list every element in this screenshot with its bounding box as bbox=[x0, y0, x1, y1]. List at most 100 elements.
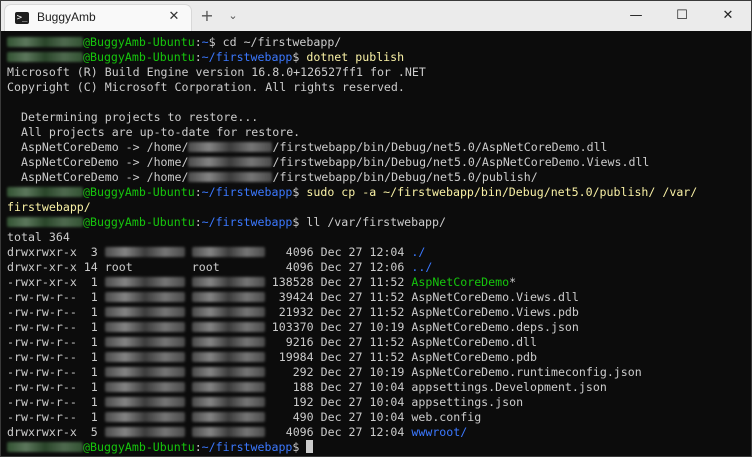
file-name: AspNetCoreDemo.pdb bbox=[411, 350, 538, 364]
redacted-group bbox=[191, 382, 265, 392]
link-count: 1 bbox=[76, 305, 98, 319]
redacted-owner bbox=[104, 337, 185, 347]
modified-date: Dec 27 11:52 bbox=[320, 335, 405, 349]
maximize-button[interactable]: ☐ bbox=[659, 1, 705, 31]
permissions: -rw-rw-r-- bbox=[7, 365, 77, 379]
permissions: -rw-rw-r-- bbox=[7, 335, 77, 349]
redacted-owner bbox=[104, 277, 185, 287]
modified-date: Dec 27 10:19 bbox=[320, 320, 405, 334]
redacted-group bbox=[191, 352, 265, 362]
redacted-owner bbox=[104, 292, 185, 302]
prompt-line: @BuggyAmb-Ubuntu:~/firstwebapp$ dotnet p… bbox=[7, 50, 404, 65]
permissions: -rw-rw-r-- bbox=[7, 395, 77, 409]
link-count: 1 bbox=[76, 365, 98, 379]
terminal-output[interactable]: @BuggyAmb-Ubuntu:~$ cd ~/firstwebapp/ @B… bbox=[1, 31, 751, 456]
permissions: drwxrwxr-x bbox=[7, 425, 77, 439]
redacted-username bbox=[7, 217, 83, 227]
output-line: Microsoft (R) Build Engine version 16.8.… bbox=[7, 65, 426, 79]
command-wrap-line: firstwebapp/ bbox=[7, 200, 91, 214]
file-name: AspNetCoreDemo.deps.json bbox=[411, 320, 579, 334]
file-name: AspNetCoreDemo.Views.dll bbox=[411, 290, 579, 304]
redacted-owner bbox=[104, 382, 185, 392]
modified-date: Dec 27 10:19 bbox=[320, 365, 405, 379]
terminal-cursor bbox=[306, 440, 314, 453]
redacted-group bbox=[191, 277, 265, 287]
redacted-group bbox=[191, 427, 265, 437]
redacted-owner bbox=[104, 397, 185, 407]
link-count: 1 bbox=[76, 410, 98, 424]
close-tab-icon[interactable]: ✕ bbox=[165, 8, 183, 26]
redacted-group bbox=[191, 247, 265, 257]
output-line: AspNetCoreDemo -> /home//firstwebapp/bin… bbox=[7, 140, 608, 154]
modified-date: Dec 27 11:52 bbox=[320, 305, 405, 319]
new-tab-button[interactable]: + bbox=[197, 6, 217, 26]
file-name: AspNetCoreDemo.runtimeconfig.json bbox=[411, 365, 642, 379]
permissions: -rw-rw-r-- bbox=[7, 305, 77, 319]
redacted-owner bbox=[104, 307, 185, 317]
permissions: -rw-rw-r-- bbox=[7, 320, 77, 334]
link-count: 1 bbox=[76, 380, 98, 394]
redacted-username bbox=[7, 442, 83, 452]
link-count: 14 bbox=[76, 260, 98, 274]
file-size: 21932 bbox=[271, 305, 314, 319]
file-name: wwwroot bbox=[411, 425, 461, 439]
permissions: -rw-rw-r-- bbox=[7, 350, 77, 364]
file-name: AspNetCoreDemo.Views.pdb bbox=[411, 305, 579, 319]
minimize-button[interactable]: — bbox=[613, 1, 659, 31]
file-size: 490 bbox=[271, 410, 314, 424]
file-size: 4096 bbox=[271, 260, 314, 274]
list-item: -rw-rw-r-- 1 192 Dec 27 10:04 appsetting… bbox=[7, 395, 523, 410]
prompt-line: @BuggyAmb-Ubuntu:~$ cd ~/firstwebapp/ bbox=[7, 35, 341, 50]
redacted-owner bbox=[104, 427, 185, 437]
output-line: Copyright (C) Microsoft Corporation. All… bbox=[7, 80, 405, 94]
title-bar: >_ BuggyAmb ✕ + ⌄ — ☐ ✕ bbox=[1, 1, 751, 31]
terminal-icon: >_ bbox=[15, 12, 29, 24]
file-name: appsettings.Development.json bbox=[411, 380, 607, 394]
permissions: -rw-rw-r-- bbox=[7, 380, 77, 394]
list-item: drwxrwxr-x 5 4096 Dec 27 12:04 wwwroot/ bbox=[7, 425, 467, 440]
output-line: total 364 bbox=[7, 230, 70, 244]
redacted-group bbox=[191, 307, 265, 317]
file-size: 138528 bbox=[271, 275, 314, 289]
file-size: 39424 bbox=[271, 290, 314, 304]
redacted-username bbox=[188, 142, 273, 152]
permissions: -rw-rw-r-- bbox=[7, 290, 77, 304]
modified-date: Dec 27 12:06 bbox=[320, 260, 405, 274]
list-item: -rw-rw-r-- 1 39424 Dec 27 11:52 AspNetCo… bbox=[7, 290, 579, 305]
prompt-line: @BuggyAmb-Ubuntu:~/firstwebapp$ ll /var/… bbox=[7, 215, 446, 230]
list-item: -rw-rw-r-- 1 9216 Dec 27 11:52 AspNetCor… bbox=[7, 335, 537, 350]
list-item: -rw-rw-r-- 1 188 Dec 27 10:04 appsetting… bbox=[7, 380, 607, 395]
output-line: AspNetCoreDemo -> /home//firstwebapp/bin… bbox=[7, 170, 538, 184]
file-name: ./ bbox=[411, 245, 426, 259]
modified-date: Dec 27 10:04 bbox=[320, 395, 405, 409]
close-window-button[interactable]: ✕ bbox=[705, 1, 751, 31]
redacted-owner bbox=[104, 322, 185, 332]
file-name: appsettings.json bbox=[411, 395, 524, 409]
permissions: -rw-rw-r-- bbox=[7, 410, 77, 424]
tab-buggyamb[interactable]: >_ BuggyAmb ✕ bbox=[5, 5, 191, 31]
link-count: 3 bbox=[76, 245, 98, 259]
file-name: AspNetCoreDemo.dll bbox=[411, 335, 538, 349]
file-name: AspNetCoreDemo bbox=[411, 275, 510, 289]
file-type-indicator: / bbox=[460, 425, 468, 439]
redacted-group bbox=[191, 322, 265, 332]
prompt-line: @BuggyAmb-Ubuntu:~/firstwebapp$ bbox=[7, 440, 314, 455]
modified-date: Dec 27 10:04 bbox=[320, 410, 405, 424]
permissions: -rwxr-xr-x bbox=[7, 275, 77, 289]
chevron-down-icon[interactable]: ⌄ bbox=[223, 6, 243, 26]
file-name: web.config bbox=[411, 410, 482, 424]
redacted-owner bbox=[104, 412, 185, 422]
